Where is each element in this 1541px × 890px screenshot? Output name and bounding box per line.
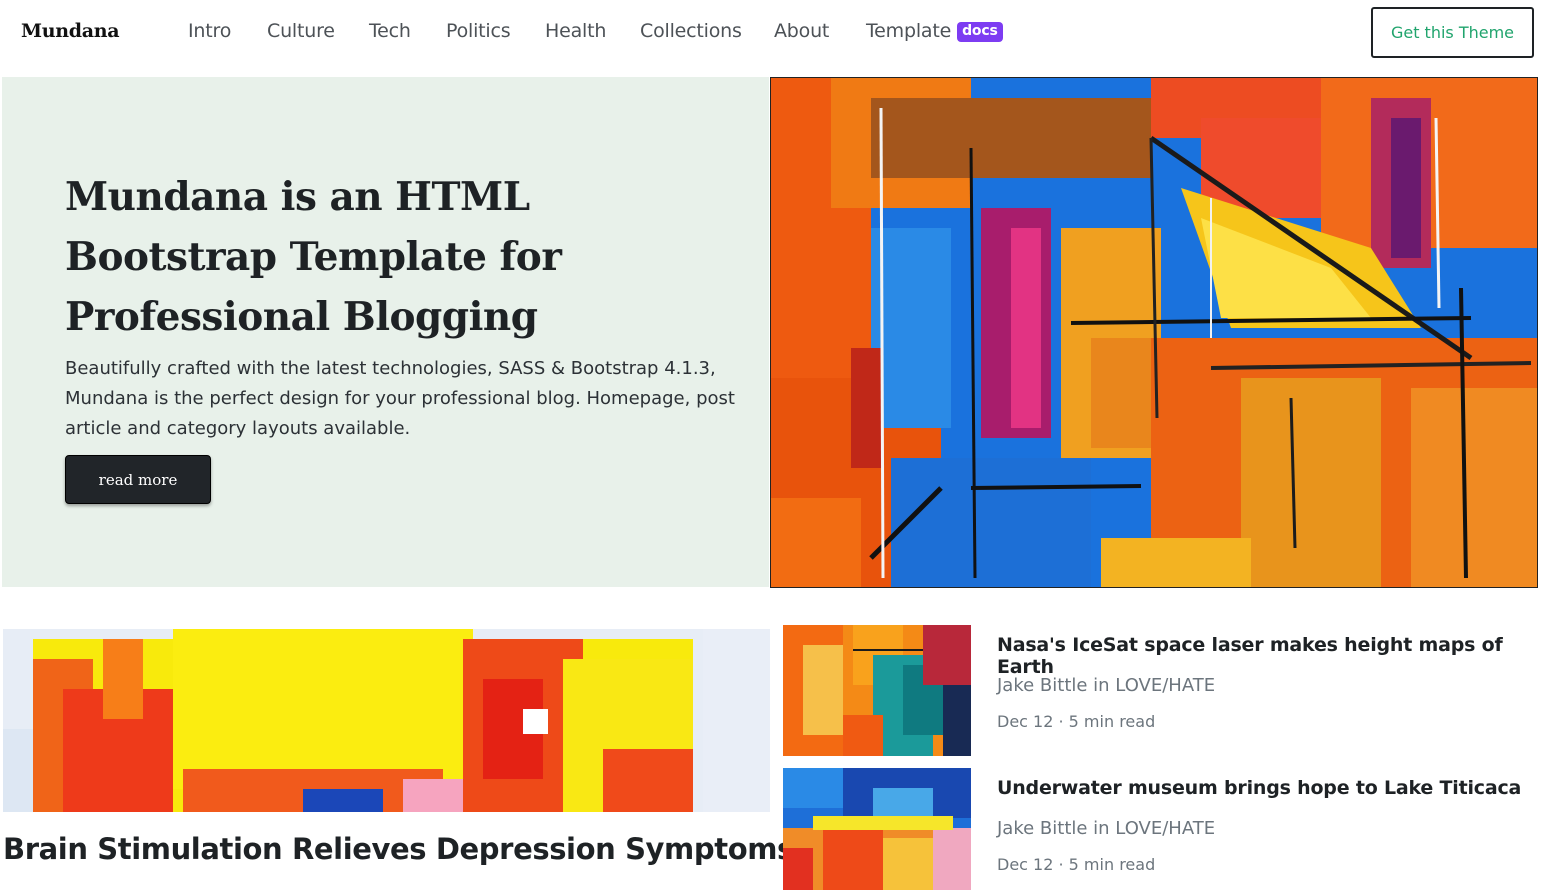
nav-intro[interactable]: Intro: [188, 20, 231, 42]
hero-text-line: Beautifully crafted with the latest tech…: [65, 358, 716, 379]
article-thumbnail[interactable]: [783, 625, 971, 756]
article-thumbnail[interactable]: [783, 768, 971, 890]
featured-article-title[interactable]: Brain Stimulation Relieves Depression Sy…: [3, 832, 794, 866]
hero-title-line: Bootstrap Template for: [65, 234, 562, 280]
top-navbar: Mundana Intro Culture Tech Politics Heal…: [0, 0, 1541, 68]
article-author[interactable]: Jake Bittle in LOVE/HATE: [997, 675, 1215, 696]
nav-health[interactable]: Health: [545, 20, 606, 42]
get-theme-button[interactable]: Get this Theme: [1371, 7, 1534, 58]
article-title[interactable]: Underwater museum brings hope to Lake Ti…: [997, 777, 1521, 799]
nav-tech[interactable]: Tech: [369, 20, 411, 42]
hero-title: Mundana is an HTML Bootstrap Template fo…: [65, 167, 755, 347]
hero-text-line: article and category layouts available.: [65, 418, 411, 439]
article-meta: Dec 12 · 5 min read: [997, 855, 1156, 874]
hero-image[interactable]: [770, 77, 1538, 588]
read-more-button[interactable]: read more: [65, 455, 211, 504]
nav-template-label: Template: [866, 20, 952, 42]
nav-culture[interactable]: Culture: [267, 20, 335, 42]
hero-title-line: Professional Blogging: [65, 294, 538, 340]
article-meta: Dec 12 · 5 min read: [997, 712, 1156, 731]
hero-text-line: Mundana is the perfect design for your p…: [65, 388, 735, 409]
nav-collections[interactable]: Collections: [640, 20, 742, 42]
nav-template[interactable]: Template docs: [866, 20, 1003, 42]
docs-badge: docs: [957, 22, 1003, 42]
article-title[interactable]: Nasa's IceSat space laser makes height m…: [997, 634, 1541, 678]
brand-logo[interactable]: Mundana: [21, 20, 120, 42]
hero-panel: Mundana is an HTML Bootstrap Template fo…: [2, 77, 769, 587]
featured-article-image[interactable]: [3, 629, 770, 812]
hero-description: Beautifully crafted with the latest tech…: [65, 354, 745, 444]
hero-title-line: Mundana is an HTML: [65, 174, 530, 220]
article-author[interactable]: Jake Bittle in LOVE/HATE: [997, 818, 1215, 839]
nav-politics[interactable]: Politics: [446, 20, 511, 42]
nav-about[interactable]: About: [774, 20, 829, 42]
